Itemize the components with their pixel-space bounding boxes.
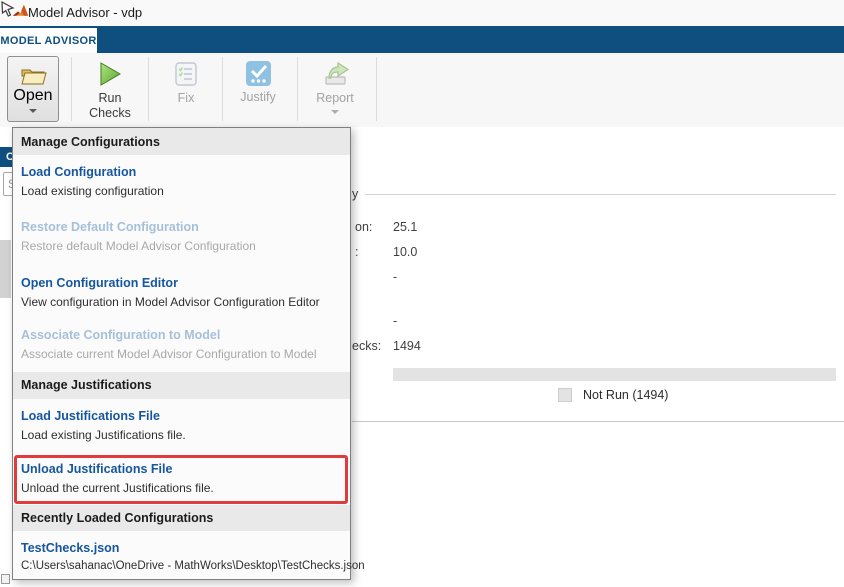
report-export-icon	[319, 60, 351, 88]
menu-item-associate-configuration-to-model: Associate Configuration to Model	[21, 328, 220, 342]
not-run-swatch	[558, 388, 572, 402]
open-folder-icon	[18, 63, 48, 87]
summary-legend-line	[365, 194, 836, 195]
dropdown-arrow-icon	[29, 109, 37, 113]
toolbar-separator	[148, 57, 149, 121]
justify-check-icon	[245, 60, 272, 87]
open-dropdown-menu: Manage Configurations Load Configuration…	[12, 127, 351, 580]
fix-checklist-icon	[173, 61, 199, 88]
toolbar-separator	[297, 57, 298, 121]
menu-item-load-justifications-file[interactable]: Load Justifications File	[21, 409, 160, 423]
summary-legend-fragment: y	[352, 187, 358, 201]
menu-item-recent-testchecks-json[interactable]: TestChecks.json	[21, 541, 119, 555]
run-checks-button[interactable]: Run Checks	[76, 56, 144, 122]
summary-label-fragment: ecks:	[352, 339, 381, 353]
menu-item-desc: Load existing Justifications file.	[21, 428, 186, 442]
checks-progress-bar	[393, 368, 836, 381]
matlab-logo-icon	[12, 3, 29, 20]
dropdown-arrow-icon	[331, 110, 339, 114]
ribbon-tab-bar: MODEL ADVISOR	[0, 26, 844, 53]
toolbar: Open Run Checks Fix	[0, 53, 844, 127]
menu-item-desc: Associate current Model Advisor Configur…	[21, 347, 316, 361]
open-button[interactable]: Open	[7, 56, 59, 122]
justify-button-label: Justify	[240, 90, 275, 105]
menu-item-load-configuration[interactable]: Load Configuration	[21, 165, 136, 179]
model-advisor-window: Model Advisor - vdp MODEL ADVISOR Open	[0, 0, 844, 587]
menu-item-restore-default-configuration: Restore Default Configuration	[21, 220, 199, 234]
checks-tree-fragment	[0, 240, 11, 298]
menu-item-desc: View configuration in Model Advisor Conf…	[21, 295, 320, 309]
menu-section-header-label: Manage Justifications	[21, 378, 152, 392]
justify-button: Justify	[226, 56, 290, 122]
panel-divider	[352, 421, 844, 422]
toolbar-separator	[222, 57, 223, 121]
report-button-label: Report	[316, 91, 354, 106]
menu-item-desc: Restore default Model Advisor Configurat…	[21, 239, 256, 253]
summary-value: -	[393, 314, 397, 328]
menu-item-path: C:\Users\sahanac\OneDrive - MathWorks\De…	[21, 560, 365, 572]
summary-value: 25.1	[393, 220, 417, 234]
summary-value: -	[393, 270, 397, 284]
summary-label-fragment: on:	[355, 220, 372, 234]
tree-item-fragment	[1, 574, 10, 584]
tab-model-advisor[interactable]: MODEL ADVISOR	[0, 28, 97, 53]
fix-button-label: Fix	[178, 91, 195, 106]
toolbar-separator	[376, 57, 377, 121]
summary-value: 10.0	[393, 245, 417, 259]
summary-label-fragment: :	[355, 245, 358, 259]
not-run-label: Not Run (1494)	[583, 388, 668, 402]
menu-item-desc: Load existing configuration	[21, 184, 164, 198]
report-button: Report	[303, 56, 367, 122]
title-bar: Model Advisor - vdp	[0, 0, 844, 26]
toolbar-separator	[71, 57, 72, 121]
window-title: Model Advisor - vdp	[28, 5, 142, 20]
fix-button: Fix	[156, 56, 216, 122]
highlight-annotation-box	[14, 455, 348, 504]
menu-section-header-label: Recently Loaded Configurations	[21, 511, 213, 525]
run-play-icon	[97, 60, 123, 88]
open-button-label: Open	[13, 87, 52, 105]
summary-value: 1494	[393, 339, 421, 353]
run-checks-label: Run Checks	[85, 91, 135, 121]
menu-section-header-label: Manage Configurations	[21, 135, 160, 149]
tab-model-advisor-label: MODEL ADVISOR	[0, 35, 96, 47]
menu-item-open-configuration-editor[interactable]: Open Configuration Editor	[21, 276, 178, 290]
